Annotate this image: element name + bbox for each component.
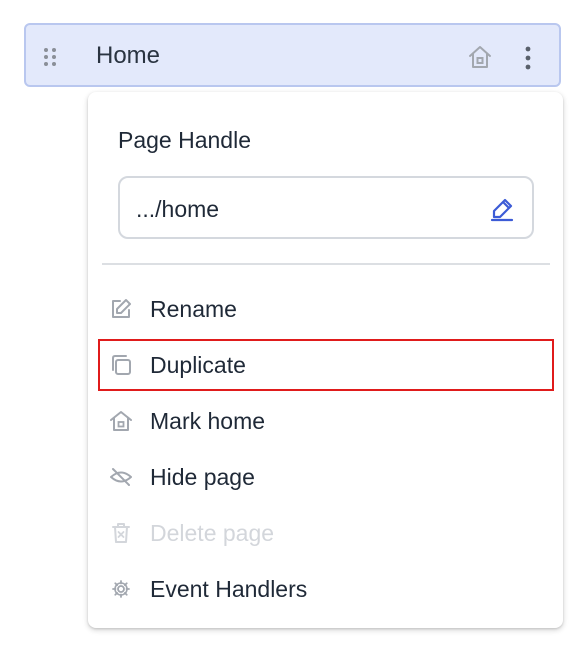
drag-handle-icon[interactable] bbox=[43, 47, 57, 67]
menu-item-label: Rename bbox=[150, 296, 237, 322]
menu-item-label: Delete page bbox=[150, 520, 275, 546]
page-handle-field[interactable]: .../home bbox=[118, 176, 534, 239]
eye-off-icon bbox=[110, 468, 132, 486]
pencil-icon bbox=[112, 299, 131, 318]
page-name: Home bbox=[96, 42, 161, 69]
page-handle-value: .../home bbox=[136, 196, 220, 222]
home-icon bbox=[469, 46, 491, 68]
page-handle-label: Page Handle bbox=[118, 127, 251, 153]
menu-item-rename[interactable]: Rename bbox=[98, 283, 554, 335]
menu-item-label: Duplicate bbox=[150, 352, 246, 378]
edit-icon[interactable] bbox=[488, 195, 516, 223]
copy-icon bbox=[112, 355, 131, 375]
menu-divider bbox=[102, 263, 550, 265]
trash-icon bbox=[112, 523, 130, 543]
menu-item-mark-home[interactable]: Mark home bbox=[98, 395, 554, 447]
menu-item-label: Hide page bbox=[150, 464, 255, 490]
menu-item-label: Mark home bbox=[150, 408, 266, 434]
menu-item-hide-page[interactable]: Hide page bbox=[98, 451, 554, 503]
menu-item-duplicate[interactable]: Duplicate bbox=[98, 339, 554, 391]
kebab-menu-icon[interactable] bbox=[521, 45, 535, 71]
page-row-home[interactable]: Home bbox=[24, 23, 561, 87]
gear-icon bbox=[112, 580, 130, 598]
home-icon bbox=[110, 411, 132, 431]
menu-item-delete-page: Delete page bbox=[98, 507, 554, 559]
menu-item-label: Event Handlers bbox=[150, 576, 308, 602]
menu-item-event-handlers[interactable]: Event Handlers bbox=[98, 563, 554, 615]
page-options-menu: Page Handle .../home Rename Duplicate Ma… bbox=[88, 92, 563, 628]
